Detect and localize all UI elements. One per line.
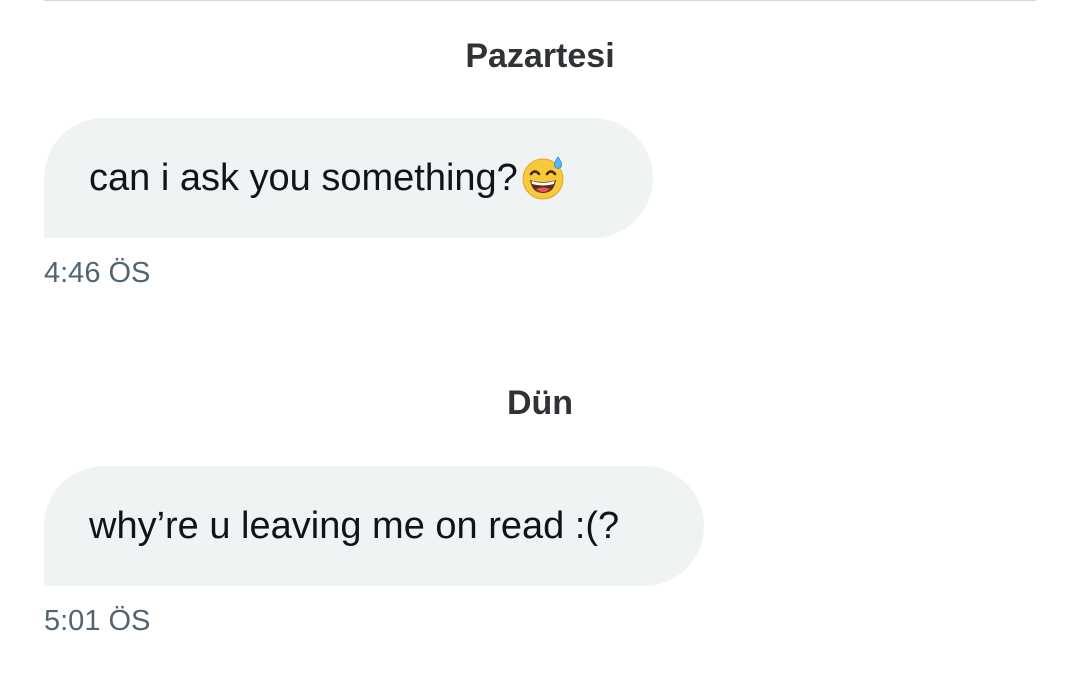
top-divider <box>44 0 1036 1</box>
grinning-face-with-sweat-icon <box>520 155 566 201</box>
message-bubble-received[interactable]: why’re u leaving me on read :(? <box>44 466 704 586</box>
message-timestamp: 4:46 ÖS <box>44 257 151 289</box>
day-separator-yesterday: Dün <box>506 384 574 422</box>
message-text: why’re u leaving me on read :(? <box>89 504 620 547</box>
day-separator-monday: Pazartesi <box>465 37 615 75</box>
message-bubble-received[interactable]: can i ask you something? <box>44 118 653 238</box>
message-text: can i ask you something? <box>89 156 518 199</box>
message-timestamp: 5:01 ÖS <box>44 605 151 637</box>
